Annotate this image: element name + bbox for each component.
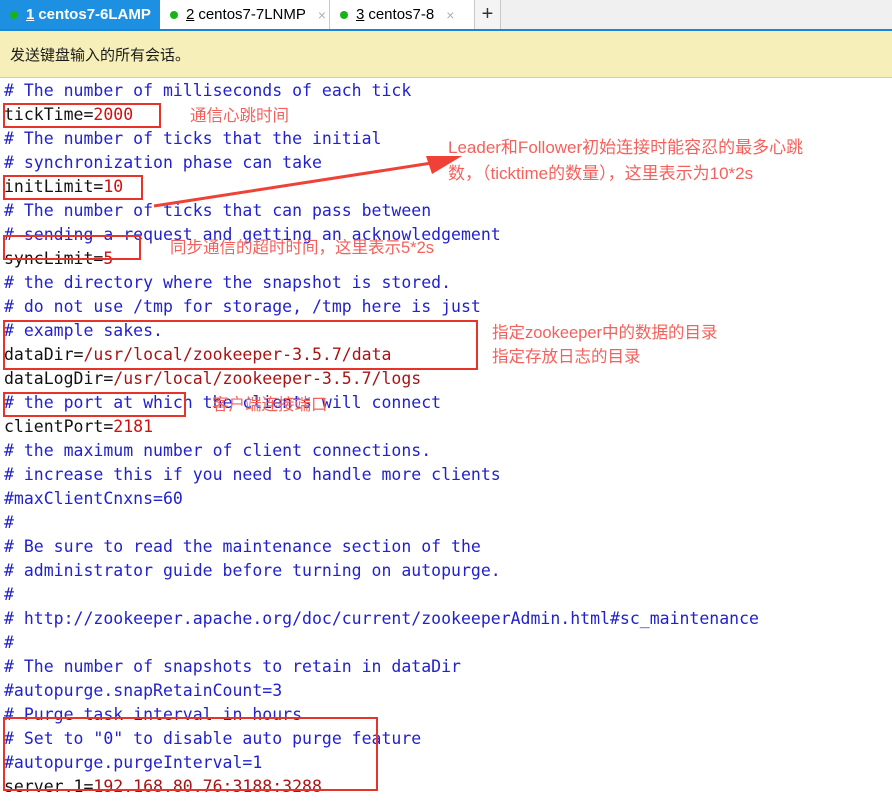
- config-key: server.1=: [4, 777, 94, 796]
- terminal-config-line: dataDir=/usr/local/zookeeper-3.5.7/data: [0, 343, 892, 367]
- config-value: 10: [103, 177, 124, 196]
- config-key: tickTime=: [4, 105, 94, 124]
- tab-number: 1: [26, 6, 35, 23]
- terminal-comment-line: # example sakes.: [0, 319, 892, 343]
- tab-status-dot-icon: [340, 10, 348, 19]
- config-key: dataLogDir=: [4, 369, 114, 388]
- comment-text: #: [4, 633, 14, 652]
- tab-number: 2: [186, 6, 195, 23]
- comment-text: # administrator guide before turning on …: [4, 561, 501, 580]
- terminal-comment-line: # do not use /tmp for storage, /tmp here…: [0, 295, 892, 319]
- tab-centos7-6lamp[interactable]: 1 centos7-6LAMP ×: [0, 0, 171, 29]
- terminal-comment-line: #maxClientCnxns=60: [0, 487, 892, 511]
- terminal-config-line: dataLogDir=/usr/local/zookeeper-3.5.7/lo…: [0, 367, 892, 391]
- terminal-config-line: syncLimit=5: [0, 247, 892, 271]
- comment-text: # The number of ticks that the initial: [4, 129, 382, 148]
- terminal-comment-line: # The number of snapshots to retain in d…: [0, 655, 892, 679]
- terminal-comment-line: # Purge task interval in hours: [0, 703, 892, 727]
- comment-text: # example sakes.: [4, 321, 163, 340]
- comment-text: # The number of milliseconds of each tic…: [4, 81, 412, 100]
- terminal-comment-line: #: [0, 631, 892, 655]
- terminal-comment-line: # The number of ticks that can pass betw…: [0, 199, 892, 223]
- config-value: 2000: [93, 105, 134, 124]
- comment-text: # the maximum number of client connectio…: [4, 441, 432, 460]
- comment-text: #: [4, 585, 14, 604]
- tab-status-dot-icon: [170, 10, 178, 19]
- terminal-comment-line: # The number of milliseconds of each tic…: [0, 79, 892, 103]
- terminal-comment-line: # The number of ticks that the initial: [0, 127, 892, 151]
- comment-text: # The number of ticks that can pass betw…: [4, 201, 432, 220]
- comment-text: # increase this if you need to handle mo…: [4, 465, 501, 484]
- comment-text: # Purge task interval in hours: [4, 705, 303, 724]
- comment-text: # sending a request and getting an ackno…: [4, 225, 501, 244]
- tab-number: 3: [356, 6, 365, 23]
- terminal-comment-line: #: [0, 511, 892, 535]
- config-value: /usr/local/zookeeper-3.5.7/logs: [113, 369, 422, 388]
- config-value: 5: [103, 249, 114, 268]
- comment-text: #autopurge.snapRetainCount=3: [4, 681, 283, 700]
- terminal-comment-line: # Set to "0" to disable auto purge featu…: [0, 727, 892, 751]
- comment-text: #maxClientCnxns=60: [4, 489, 183, 508]
- tab-label: centos7-6LAMP: [38, 6, 151, 23]
- tab-bar: 1 centos7-6LAMP × 2 centos7-7LNMP × 3 ce…: [0, 0, 892, 31]
- comment-text: # Be sure to read the maintenance sectio…: [4, 537, 481, 556]
- terminal-comment-line: # http://zookeeper.apache.org/doc/curren…: [0, 607, 892, 631]
- config-key: dataDir=: [4, 345, 84, 364]
- new-tab-button[interactable]: +: [475, 0, 501, 29]
- terminal-comment-line: # increase this if you need to handle mo…: [0, 463, 892, 487]
- terminal-config-line: initLimit=10: [0, 175, 892, 199]
- terminal-comment-line: # administrator guide before turning on …: [0, 559, 892, 583]
- config-key: syncLimit=: [4, 249, 104, 268]
- close-icon[interactable]: ×: [318, 8, 326, 22]
- comment-text: # Set to "0" to disable auto purge featu…: [4, 729, 422, 748]
- terminal-comment-line: #autopurge.purgeInterval=1: [0, 751, 892, 775]
- terminal-comment-line: # synchronization phase can take: [0, 151, 892, 175]
- config-value: /usr/local/zookeeper-3.5.7/data: [83, 345, 392, 364]
- terminal-comment-line: #autopurge.snapRetainCount=3: [0, 679, 892, 703]
- terminal-comment-line: # the directory where the snapshot is st…: [0, 271, 892, 295]
- broadcast-notice-text: 发送键盘输入的所有会话。: [10, 46, 191, 64]
- config-key: initLimit=: [4, 177, 104, 196]
- close-icon[interactable]: ×: [446, 8, 454, 22]
- comment-text: # the directory where the snapshot is st…: [4, 273, 452, 292]
- terminal-comment-line: # the maximum number of client connectio…: [0, 439, 892, 463]
- comment-text: # The number of snapshots to retain in d…: [4, 657, 461, 676]
- terminal-config-line: server.1=192.168.80.76:3188:3288: [0, 775, 892, 799]
- comment-text: # synchronization phase can take: [4, 153, 322, 172]
- broadcast-notice-bar: 发送键盘输入的所有会话。: [0, 31, 892, 78]
- tab-label: centos7-7LNMP: [198, 6, 306, 23]
- tab-label: centos7-8: [368, 6, 435, 23]
- tab-status-dot-icon: [10, 10, 18, 19]
- tab-centos7-7lnmp[interactable]: 2 centos7-7LNMP ×: [160, 0, 330, 29]
- terminal-comment-line: # the port at which the clients will con…: [0, 391, 892, 415]
- comment-text: #autopurge.purgeInterval=1: [4, 753, 263, 772]
- config-value: 2181: [113, 417, 154, 436]
- config-value: 192.168.80.76:3188:3288: [93, 777, 322, 796]
- terminal-config-line: server.2=192.168.80.77:3188:3288: [0, 799, 892, 803]
- comment-text: #: [4, 513, 14, 532]
- comment-text: # do not use /tmp for storage, /tmp here…: [4, 297, 481, 316]
- terminal-config-line: tickTime=2000: [0, 103, 892, 127]
- config-key: clientPort=: [4, 417, 114, 436]
- terminal-comment-line: #: [0, 583, 892, 607]
- tab-centos7-8[interactable]: 3 centos7-8 ×: [330, 0, 475, 29]
- comment-text: # http://zookeeper.apache.org/doc/curren…: [4, 609, 759, 628]
- comment-text: # the port at which the clients will con…: [4, 393, 442, 412]
- terminal-config-line: clientPort=2181: [0, 415, 892, 439]
- tab-bar-filler: [501, 0, 892, 29]
- terminal-comment-line: # Be sure to read the maintenance sectio…: [0, 535, 892, 559]
- terminal-body[interactable]: # The number of milliseconds of each tic…: [0, 79, 892, 803]
- terminal-comment-line: # sending a request and getting an ackno…: [0, 223, 892, 247]
